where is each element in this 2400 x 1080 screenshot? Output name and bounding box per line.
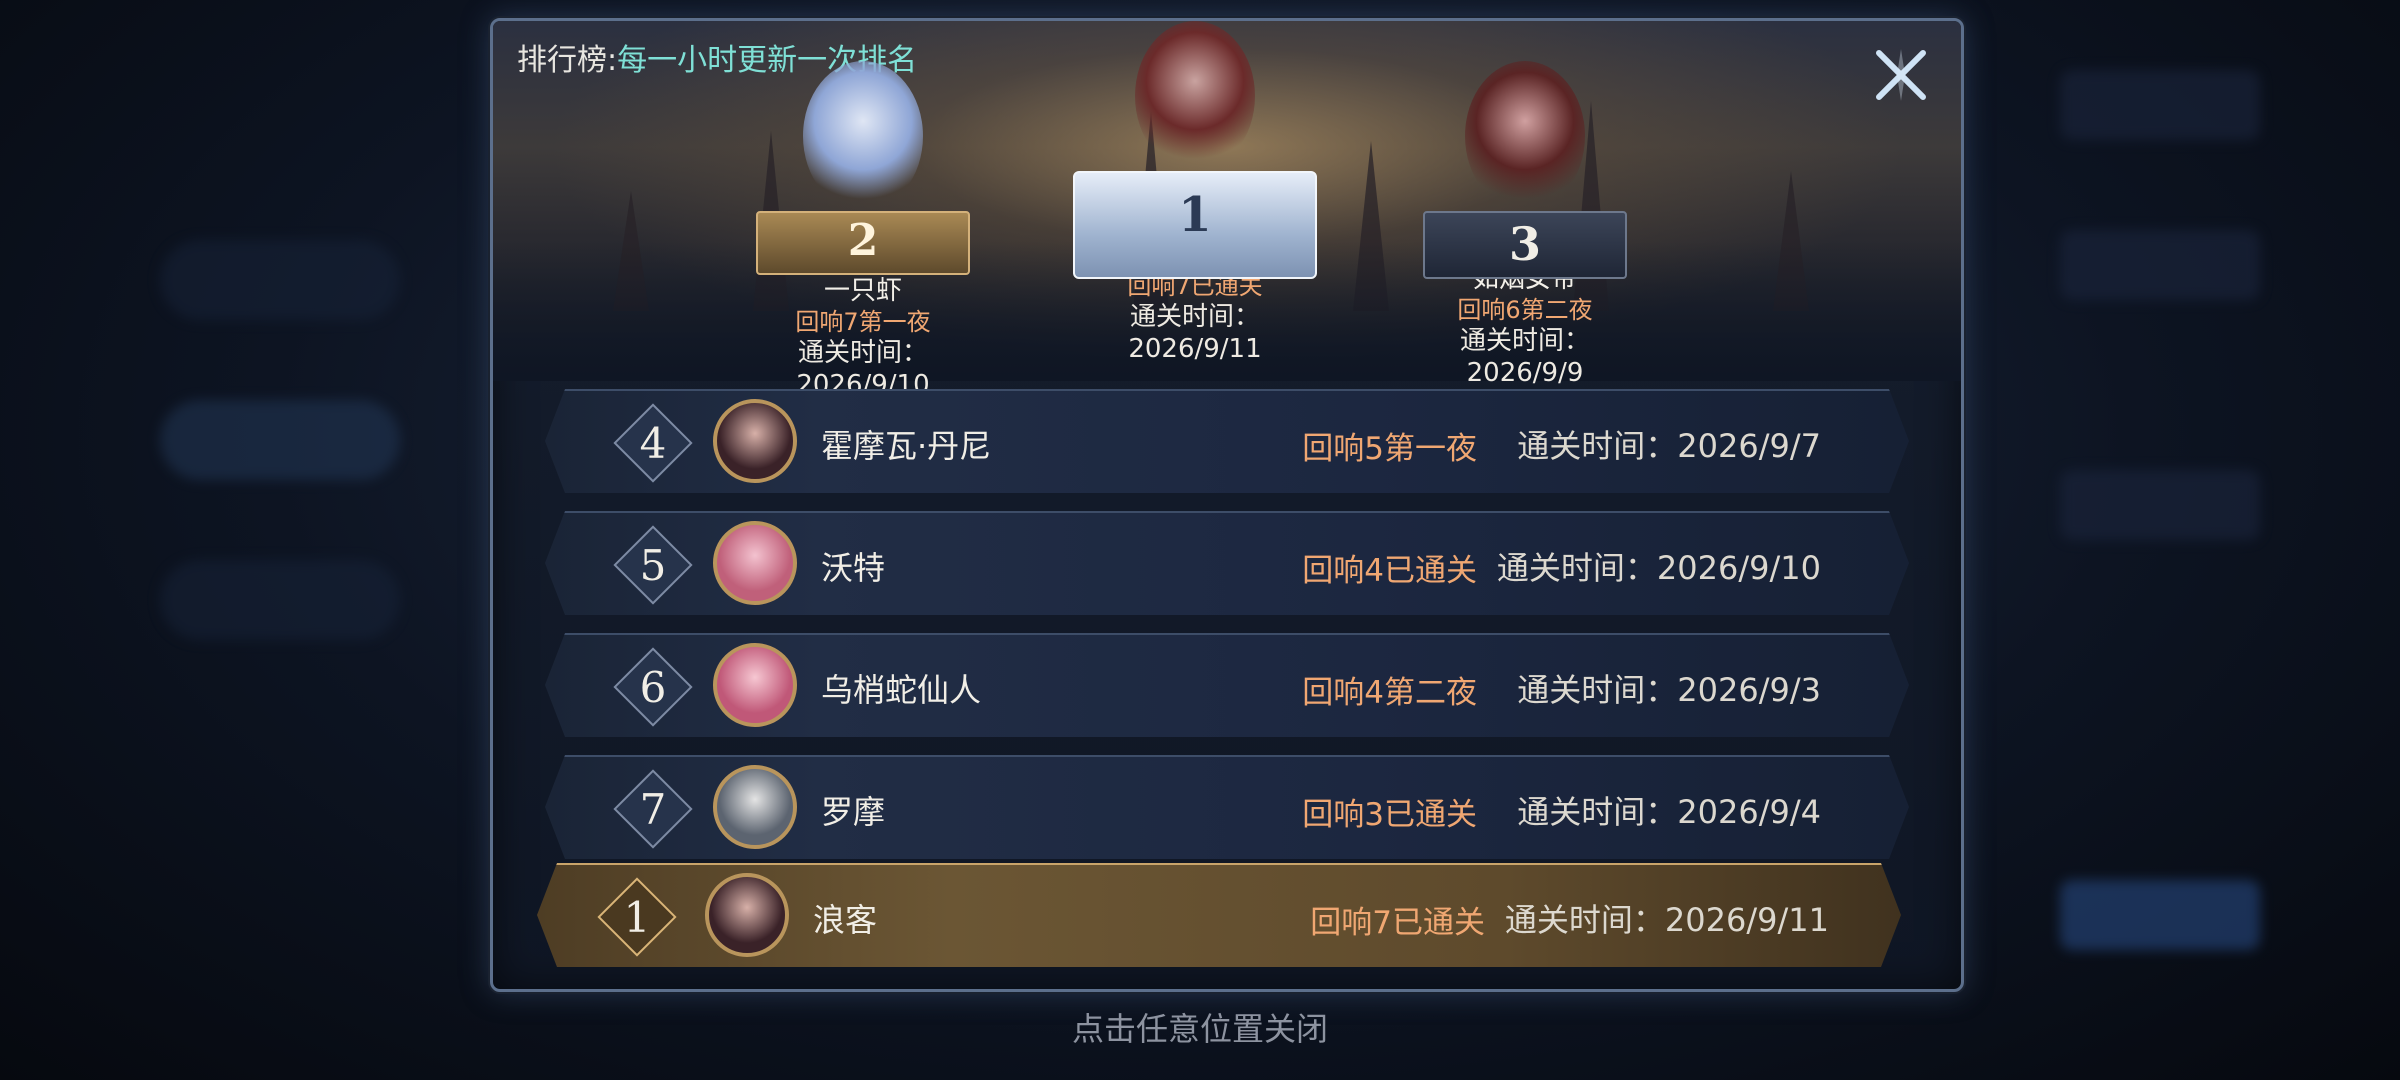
leaderboard-row[interactable]: 7 罗摩 回响3已通关 通关时间：2026/9/4 <box>545 755 1909 859</box>
stage-progress: 回响5第一夜 <box>1302 431 1477 467</box>
background-panel-item <box>2060 470 2260 540</box>
podium-rank: 1 <box>1178 187 1212 243</box>
background-menu-item <box>160 240 400 320</box>
clear-time: 通关时间：2026/9/10 <box>1496 549 1821 587</box>
podium-stage: 回响6第二夜 <box>1457 296 1593 324</box>
clear-time: 通关时间：2026/9/4 <box>1517 793 1821 831</box>
avatar <box>705 873 789 957</box>
background-panel-item <box>2060 230 2260 300</box>
leaderboard-modal: 排行榜:每一小时更新一次排名 2 一只虾 回响7第一夜 通关时间：2026/9/… <box>490 18 1964 992</box>
rank-badge: 5 <box>613 525 693 605</box>
pedestal-stone: 3 <box>1423 211 1627 279</box>
player-name: 浪客 <box>813 901 878 939</box>
clear-time: 通关时间：2026/9/11 <box>1504 901 1829 939</box>
player-name: 乌梢蛇仙人 <box>821 671 982 709</box>
avatar <box>713 765 797 849</box>
rank-badge: 4 <box>613 403 693 483</box>
my-rank-row[interactable]: 1 浪客 回响7已通关 通关时间：2026/9/11 <box>537 863 1901 967</box>
background-menu-item <box>160 560 400 640</box>
pedestal-silver: 2 <box>756 211 970 275</box>
podium-first[interactable]: 1 浪客 回响7已通关 通关时间：2026/9/11 <box>1065 21 1325 365</box>
avatar <box>713 399 797 483</box>
pedestal-crystal: 1 <box>1073 171 1317 279</box>
rank-badge: 7 <box>613 769 693 849</box>
player-name: 罗摩 <box>821 793 886 831</box>
clear-time: 通关时间：2026/9/3 <box>1517 671 1821 709</box>
header-label: 排行榜: <box>517 43 618 78</box>
avatar <box>713 521 797 605</box>
character-portrait <box>1135 21 1255 171</box>
player-name: 沃特 <box>821 549 886 587</box>
leaderboard-row[interactable]: 6 乌梢蛇仙人 回响4第二夜 通关时间：2026/9/3 <box>545 633 1909 737</box>
rank-badge: 6 <box>613 647 693 727</box>
stage-progress: 回响4已通关 <box>1302 553 1477 589</box>
leaderboard-row[interactable]: 5 沃特 回响4已通关 通关时间：2026/9/10 <box>545 511 1909 615</box>
podium-time: 通关时间：2026/9/9 <box>1459 326 1590 388</box>
podium-rank: 2 <box>847 215 879 266</box>
background-panel-item <box>2060 70 2260 140</box>
avatar <box>713 643 797 727</box>
podium-time: 通关时间：2026/9/11 <box>1128 302 1262 364</box>
close-button[interactable] <box>1871 45 1931 105</box>
stage-progress: 回响7已通关 <box>1310 905 1485 941</box>
clear-time: 通关时间：2026/9/7 <box>1517 427 1821 465</box>
background-panel-item <box>2060 880 2260 950</box>
podium-name: 一只虾 <box>823 276 902 306</box>
close-x-icon <box>1876 49 1926 101</box>
stage-progress: 回响4第二夜 <box>1302 675 1477 711</box>
background-menu-item <box>160 400 400 480</box>
podium-rank: 3 <box>1508 217 1541 271</box>
character-portrait <box>803 61 923 211</box>
stage-progress: 回响3已通关 <box>1302 797 1477 833</box>
podium-second[interactable]: 2 一只虾 回响7第一夜 通关时间：2026/9/10 <box>743 61 983 401</box>
leaderboard-row[interactable]: 4 霍摩瓦·丹尼 回响5第一夜 通关时间：2026/9/7 <box>545 389 1909 493</box>
player-name: 霍摩瓦·丹尼 <box>821 427 992 465</box>
rank-badge: 1 <box>597 877 677 957</box>
podium-third[interactable]: 3 如烟女帝 回响6第二夜 通关时间：2026/9/9 <box>1405 61 1645 389</box>
podium-stage: 回响7第一夜 <box>795 308 931 336</box>
character-portrait <box>1465 61 1585 211</box>
close-hint[interactable]: 点击任意位置关闭 <box>0 1004 2400 1050</box>
